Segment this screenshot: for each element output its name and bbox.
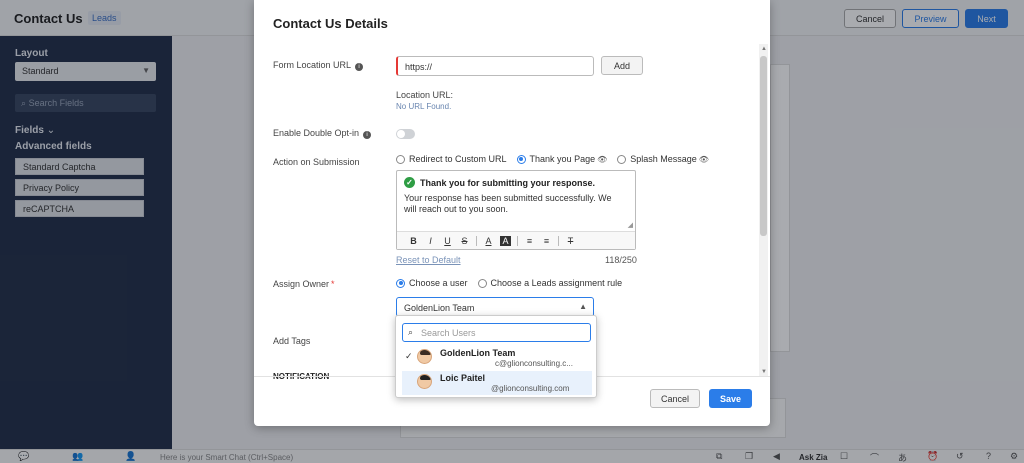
character-count: 118/250 (605, 255, 637, 265)
radio-button[interactable] (477, 278, 487, 288)
strikethrough-icon[interactable]: S (456, 236, 473, 246)
editor-text: Your response has been submitted success… (404, 193, 612, 214)
add-url-button[interactable]: Add (601, 56, 643, 75)
thank-you-message-editor[interactable]: ✓ Thank you for submitting your response… (396, 170, 636, 250)
radio-redirect-custom-url[interactable]: Redirect to Custom URL (396, 154, 507, 164)
form-location-url-input[interactable]: https:// (396, 56, 594, 76)
italic-icon[interactable]: I (422, 236, 439, 246)
toolbar-divider (517, 235, 518, 246)
modal-title: Contact Us Details (273, 16, 388, 31)
eye-icon[interactable]: 👁 (597, 155, 607, 164)
search-icon: ⌕ (408, 327, 414, 337)
user-option[interactable]: ✓ GoldenLion Team c@glionconsulting.c... (402, 346, 592, 370)
user-name: Loic Paitel (440, 373, 486, 383)
user-option[interactable]: Loic Paitel @glionconsulting.com (402, 371, 592, 395)
resize-grip-icon[interactable]: ◢ (628, 221, 633, 229)
radio-choose-user[interactable]: Choose a user (396, 278, 468, 288)
bold-icon[interactable]: B (405, 236, 422, 246)
reset-to-default-link[interactable]: Reset to Default (396, 255, 461, 265)
location-url-label: Location URL: (396, 90, 454, 100)
radio-assignment-rule[interactable]: Choose a Leads assignment rule (477, 278, 622, 288)
owner-select[interactable]: GoldenLion Team ▲ (396, 297, 594, 317)
editor-toolbar: B I U S A A ≡ ≡ T (397, 231, 635, 249)
avatar (417, 349, 432, 364)
radio-button-selected[interactable] (516, 154, 526, 164)
avatar (417, 374, 432, 389)
user-name: GoldenLion Team (440, 348, 516, 358)
info-icon[interactable]: i (355, 63, 364, 71)
save-button[interactable]: Save (709, 389, 752, 408)
editor-body[interactable]: ✓ Thank you for submitting your response… (397, 171, 635, 231)
required-mark: * (331, 279, 335, 289)
radio-thank-you-page[interactable]: Thank you Page 👁 (516, 154, 607, 164)
clear-format-icon[interactable]: T (562, 236, 579, 246)
action-on-submission-label: Action on Submission (273, 157, 360, 167)
scroll-thumb[interactable] (760, 56, 767, 236)
underline-icon[interactable]: U (439, 236, 456, 246)
radio-button-selected[interactable] (396, 278, 405, 288)
scroll-down-icon[interactable]: ▼ (761, 369, 767, 375)
toolbar-divider (476, 235, 477, 246)
eye-icon[interactable]: 👁 (699, 155, 709, 164)
radio-button[interactable] (617, 154, 627, 164)
location-url-value: No URL Found. (396, 102, 452, 111)
scroll-up-icon[interactable]: ▲ (761, 46, 767, 52)
radio-button[interactable] (396, 154, 405, 164)
outdent-icon[interactable]: ≡ (538, 236, 555, 246)
cancel-button[interactable]: Cancel (650, 389, 700, 408)
info-icon[interactable]: i (363, 131, 372, 139)
submission-action-radio-group: Redirect to Custom URL Thank you Page 👁 … (396, 154, 719, 164)
user-email: @glionconsulting.com (491, 384, 570, 393)
chevron-up-icon: ▲ (579, 302, 587, 311)
double-optin-label: Enable Double Opt-in i (273, 128, 372, 139)
assign-owner-radio-group: Choose a user Choose a Leads assignment … (396, 278, 632, 288)
owner-select-value: GoldenLion Team (404, 303, 475, 313)
user-dropdown: ⌕ Search Users ✓ GoldenLion Team c@glion… (395, 315, 597, 398)
modal-scrollbar[interactable]: ▲ ▼ (759, 44, 768, 376)
font-color-icon[interactable]: A (480, 236, 497, 246)
add-tags-label: Add Tags (273, 336, 311, 346)
search-users-input[interactable]: ⌕ Search Users (402, 323, 591, 342)
check-circle-icon: ✓ (404, 177, 415, 188)
double-optin-toggle[interactable] (396, 129, 415, 139)
user-email: c@glionconsulting.c... (495, 359, 573, 368)
indent-icon[interactable]: ≡ (521, 236, 538, 246)
toolbar-divider (558, 235, 559, 246)
highlight-icon[interactable]: A (500, 235, 511, 246)
editor-heading: ✓ Thank you for submitting your response… (404, 177, 628, 188)
form-location-label: Form Location URL i (273, 60, 364, 71)
checkmark-icon: ✓ (405, 351, 413, 361)
radio-splash-message[interactable]: Splash Message 👁 (617, 154, 709, 164)
assign-owner-label: Assign Owner * (273, 279, 335, 289)
